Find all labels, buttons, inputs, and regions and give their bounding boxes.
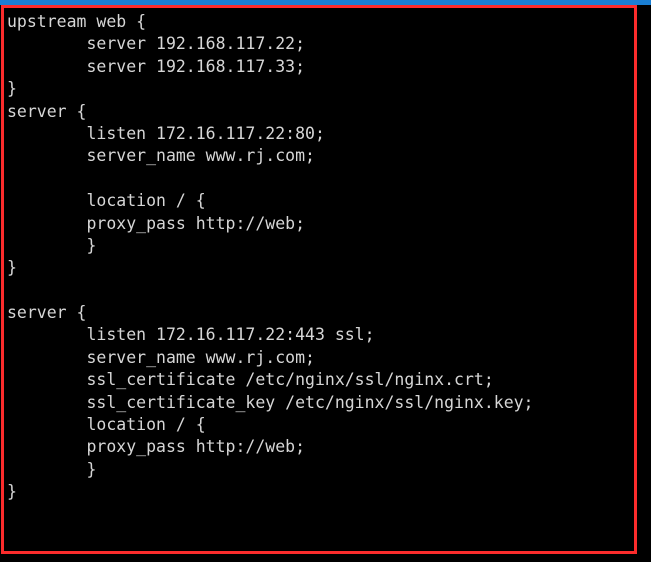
code-line: server_name www.rj.com; [7, 347, 315, 367]
code-line: proxy_pass http://web; [7, 213, 306, 233]
code-line: server { [7, 101, 87, 121]
code-line: } [7, 482, 17, 502]
code-line: upstream web { [7, 12, 147, 31]
code-line: server 192.168.117.33; [7, 56, 306, 76]
code-line: } [7, 79, 17, 99]
code-line: location / { [7, 415, 206, 435]
code-line: location / { [7, 191, 206, 211]
terminal-text-area[interactable]: upstream web { server 192.168.117.22; se… [0, 5, 651, 562]
code-line: listen 172.16.117.22:80; [7, 123, 325, 143]
screen: upstream web { server 192.168.117.22; se… [0, 0, 651, 562]
code-line: } [7, 459, 97, 479]
code-line: ssl_certificate /etc/nginx/ssl/nginx.crt… [7, 370, 494, 390]
code-line: server 192.168.117.22; [7, 34, 306, 54]
nginx-config-code[interactable]: upstream web { server 192.168.117.22; se… [7, 11, 651, 504]
code-line: } [7, 258, 17, 278]
code-line: proxy_pass http://web; [7, 437, 306, 457]
code-line: ssl_certificate_key /etc/nginx/ssl/nginx… [7, 392, 534, 412]
code-line: listen 172.16.117.22:443 ssl; [7, 325, 375, 345]
code-line: } [7, 235, 97, 255]
code-line: server_name www.rj.com; [7, 146, 315, 166]
code-line: server { [7, 303, 87, 323]
